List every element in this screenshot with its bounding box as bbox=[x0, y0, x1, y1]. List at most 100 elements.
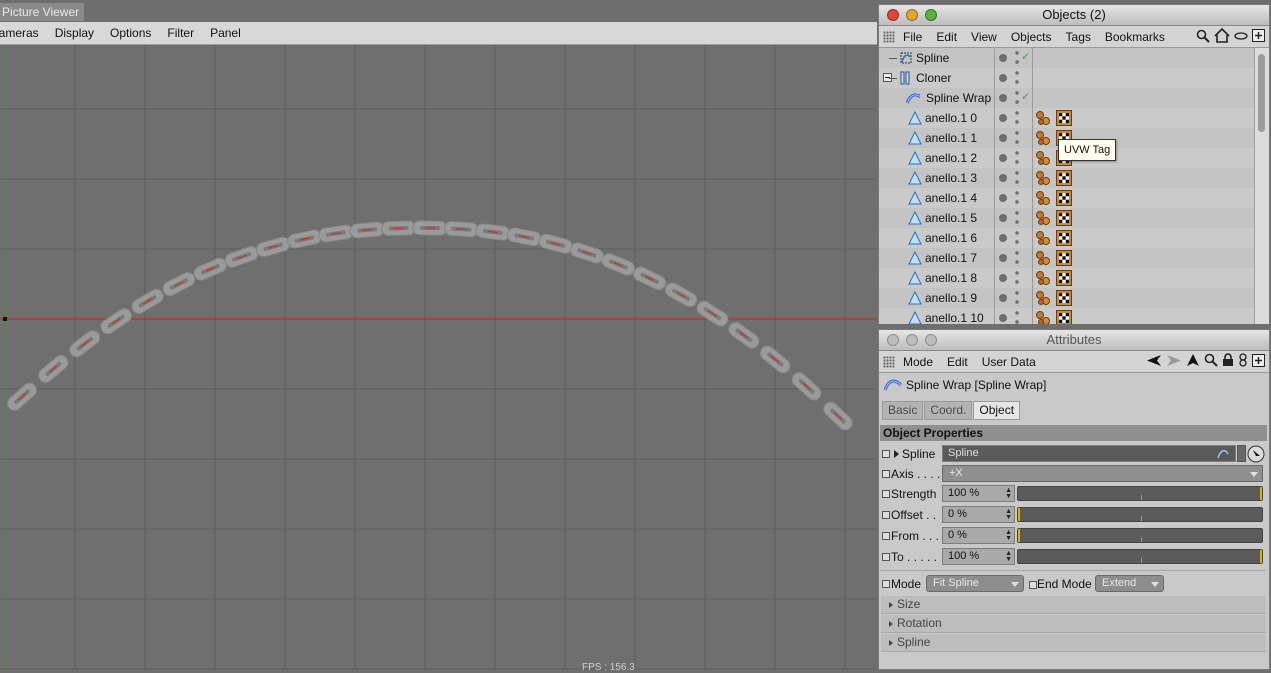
to-input[interactable]: 100 %▲▼ bbox=[942, 548, 1015, 565]
menu-user-data[interactable]: User Data bbox=[982, 355, 1036, 369]
search-icon[interactable] bbox=[1204, 353, 1218, 367]
uvw-tag-icon[interactable] bbox=[1056, 210, 1072, 226]
new-panel-icon[interactable] bbox=[1252, 29, 1265, 42]
editor-visibility-dot[interactable] bbox=[999, 254, 1007, 262]
editor-visibility-dot[interactable] bbox=[999, 74, 1007, 82]
animate-checkbox[interactable] bbox=[882, 580, 890, 588]
render-visibility-dot[interactable] bbox=[1015, 50, 1019, 66]
render-visibility-dot[interactable] bbox=[1015, 130, 1019, 146]
material-tag-icon[interactable] bbox=[1035, 130, 1051, 146]
forward-arrow-icon[interactable] bbox=[1166, 354, 1182, 367]
material-tag-icon[interactable] bbox=[1035, 250, 1051, 266]
editor-visibility-dot[interactable] bbox=[999, 214, 1007, 222]
from-slider[interactable] bbox=[1017, 528, 1263, 543]
render-visibility-dot[interactable] bbox=[1015, 270, 1019, 286]
render-visibility-dot[interactable] bbox=[1015, 230, 1019, 246]
menu-objects[interactable]: Objects bbox=[1011, 30, 1052, 44]
group-spline[interactable]: Spline bbox=[881, 634, 1266, 652]
object-row[interactable]: anello.1 7 bbox=[879, 248, 1255, 268]
enabled-check-icon[interactable]: ✓ bbox=[1021, 90, 1030, 103]
grip-icon[interactable] bbox=[883, 31, 895, 43]
axis-dropdown[interactable]: +X bbox=[942, 465, 1263, 482]
editor-visibility-dot[interactable] bbox=[999, 114, 1007, 122]
material-tag-icon[interactable] bbox=[1035, 150, 1051, 166]
animate-checkbox[interactable] bbox=[882, 511, 890, 519]
menu-filter[interactable]: Filter bbox=[167, 26, 194, 40]
editor-visibility-dot[interactable] bbox=[999, 174, 1007, 182]
editor-visibility-dot[interactable] bbox=[999, 314, 1007, 322]
render-visibility-dot[interactable] bbox=[1015, 310, 1019, 324]
uvw-tag-icon[interactable] bbox=[1056, 310, 1072, 324]
animate-checkbox[interactable] bbox=[882, 532, 890, 540]
menu-cameras[interactable]: Cameras bbox=[0, 26, 39, 40]
search-icon[interactable] bbox=[1196, 29, 1210, 43]
object-row[interactable]: anello.1 10 bbox=[879, 308, 1255, 324]
end-mode-dropdown[interactable]: Extend bbox=[1095, 575, 1164, 592]
lock-icon[interactable] bbox=[1222, 353, 1234, 367]
object-row[interactable]: anello.1 3 bbox=[879, 168, 1255, 188]
editor-visibility-dot[interactable] bbox=[999, 294, 1007, 302]
animate-checkbox[interactable] bbox=[882, 490, 890, 498]
offset-input[interactable]: 0 %▲▼ bbox=[942, 506, 1015, 523]
picture-viewer-tab[interactable]: Picture Viewer bbox=[0, 3, 84, 21]
zoom-window-button[interactable] bbox=[925, 334, 937, 346]
3d-viewport[interactable] bbox=[0, 45, 877, 670]
uvw-tag-icon[interactable] bbox=[1056, 270, 1072, 286]
object-row[interactable]: anello.1 8 bbox=[879, 268, 1255, 288]
chain-link-icon[interactable] bbox=[1238, 353, 1248, 367]
material-tag-icon[interactable] bbox=[1035, 230, 1051, 246]
editor-visibility-dot[interactable] bbox=[999, 194, 1007, 202]
back-arrow-icon[interactable] bbox=[1146, 354, 1162, 367]
editor-visibility-dot[interactable] bbox=[999, 54, 1007, 62]
uvw-tag-icon[interactable] bbox=[1056, 290, 1072, 306]
render-visibility-dot[interactable] bbox=[1015, 70, 1019, 86]
animate-checkbox[interactable] bbox=[882, 470, 890, 478]
up-arrow-icon[interactable] bbox=[1186, 353, 1200, 367]
menu-view[interactable]: View bbox=[971, 30, 997, 44]
render-visibility-dot[interactable] bbox=[1015, 110, 1019, 126]
material-tag-icon[interactable] bbox=[1035, 310, 1051, 324]
layer-icon[interactable] bbox=[1234, 31, 1248, 41]
menu-edit[interactable]: Edit bbox=[947, 355, 968, 369]
object-row[interactable]: anello.1 6 bbox=[879, 228, 1255, 248]
material-tag-icon[interactable] bbox=[1035, 290, 1051, 306]
editor-visibility-dot[interactable] bbox=[999, 134, 1007, 142]
mode-dropdown[interactable]: Fit Spline bbox=[926, 575, 1024, 592]
menu-edit[interactable]: Edit bbox=[936, 30, 957, 44]
menu-panel[interactable]: Panel bbox=[210, 26, 241, 40]
render-visibility-dot[interactable] bbox=[1015, 90, 1019, 106]
offset-slider[interactable] bbox=[1017, 507, 1263, 522]
from-input[interactable]: 0 %▲▼ bbox=[942, 527, 1015, 544]
editor-visibility-dot[interactable] bbox=[999, 94, 1007, 102]
menu-mode[interactable]: Mode bbox=[903, 355, 933, 369]
render-visibility-dot[interactable] bbox=[1015, 290, 1019, 306]
animate-checkbox[interactable] bbox=[882, 553, 890, 561]
material-tag-icon[interactable] bbox=[1035, 110, 1051, 126]
tab-coord[interactable]: Coord. bbox=[924, 401, 972, 420]
menu-options[interactable]: Options bbox=[110, 26, 151, 40]
material-tag-icon[interactable] bbox=[1035, 270, 1051, 286]
close-window-button[interactable] bbox=[887, 9, 899, 21]
uvw-tag-icon[interactable] bbox=[1056, 190, 1072, 206]
link-menu-arrow-icon[interactable] bbox=[1237, 445, 1246, 462]
uvw-tag-icon[interactable] bbox=[1056, 230, 1072, 246]
menu-file[interactable]: File bbox=[903, 30, 922, 44]
uvw-tag-icon[interactable] bbox=[1056, 170, 1072, 186]
spline-link-field[interactable]: Spline bbox=[942, 445, 1236, 462]
animate-checkbox[interactable] bbox=[882, 450, 890, 458]
uvw-tag-icon[interactable] bbox=[1056, 110, 1072, 126]
strength-input[interactable]: 100 %▲▼ bbox=[942, 485, 1015, 502]
render-visibility-dot[interactable] bbox=[1015, 250, 1019, 266]
menu-tags[interactable]: Tags bbox=[1066, 30, 1091, 44]
render-visibility-dot[interactable] bbox=[1015, 170, 1019, 186]
tab-object[interactable]: Object bbox=[973, 401, 1020, 420]
tab-basic[interactable]: Basic bbox=[882, 401, 923, 420]
editor-visibility-dot[interactable] bbox=[999, 154, 1007, 162]
uvw-tag-icon[interactable] bbox=[1056, 250, 1072, 266]
object-row[interactable]: Cloner bbox=[879, 68, 1255, 88]
enabled-check-icon[interactable]: ✓ bbox=[1021, 50, 1030, 63]
material-tag-icon[interactable] bbox=[1035, 170, 1051, 186]
zoom-window-button[interactable] bbox=[925, 9, 937, 21]
menu-display[interactable]: Display bbox=[55, 26, 94, 40]
home-icon[interactable] bbox=[1214, 28, 1230, 43]
